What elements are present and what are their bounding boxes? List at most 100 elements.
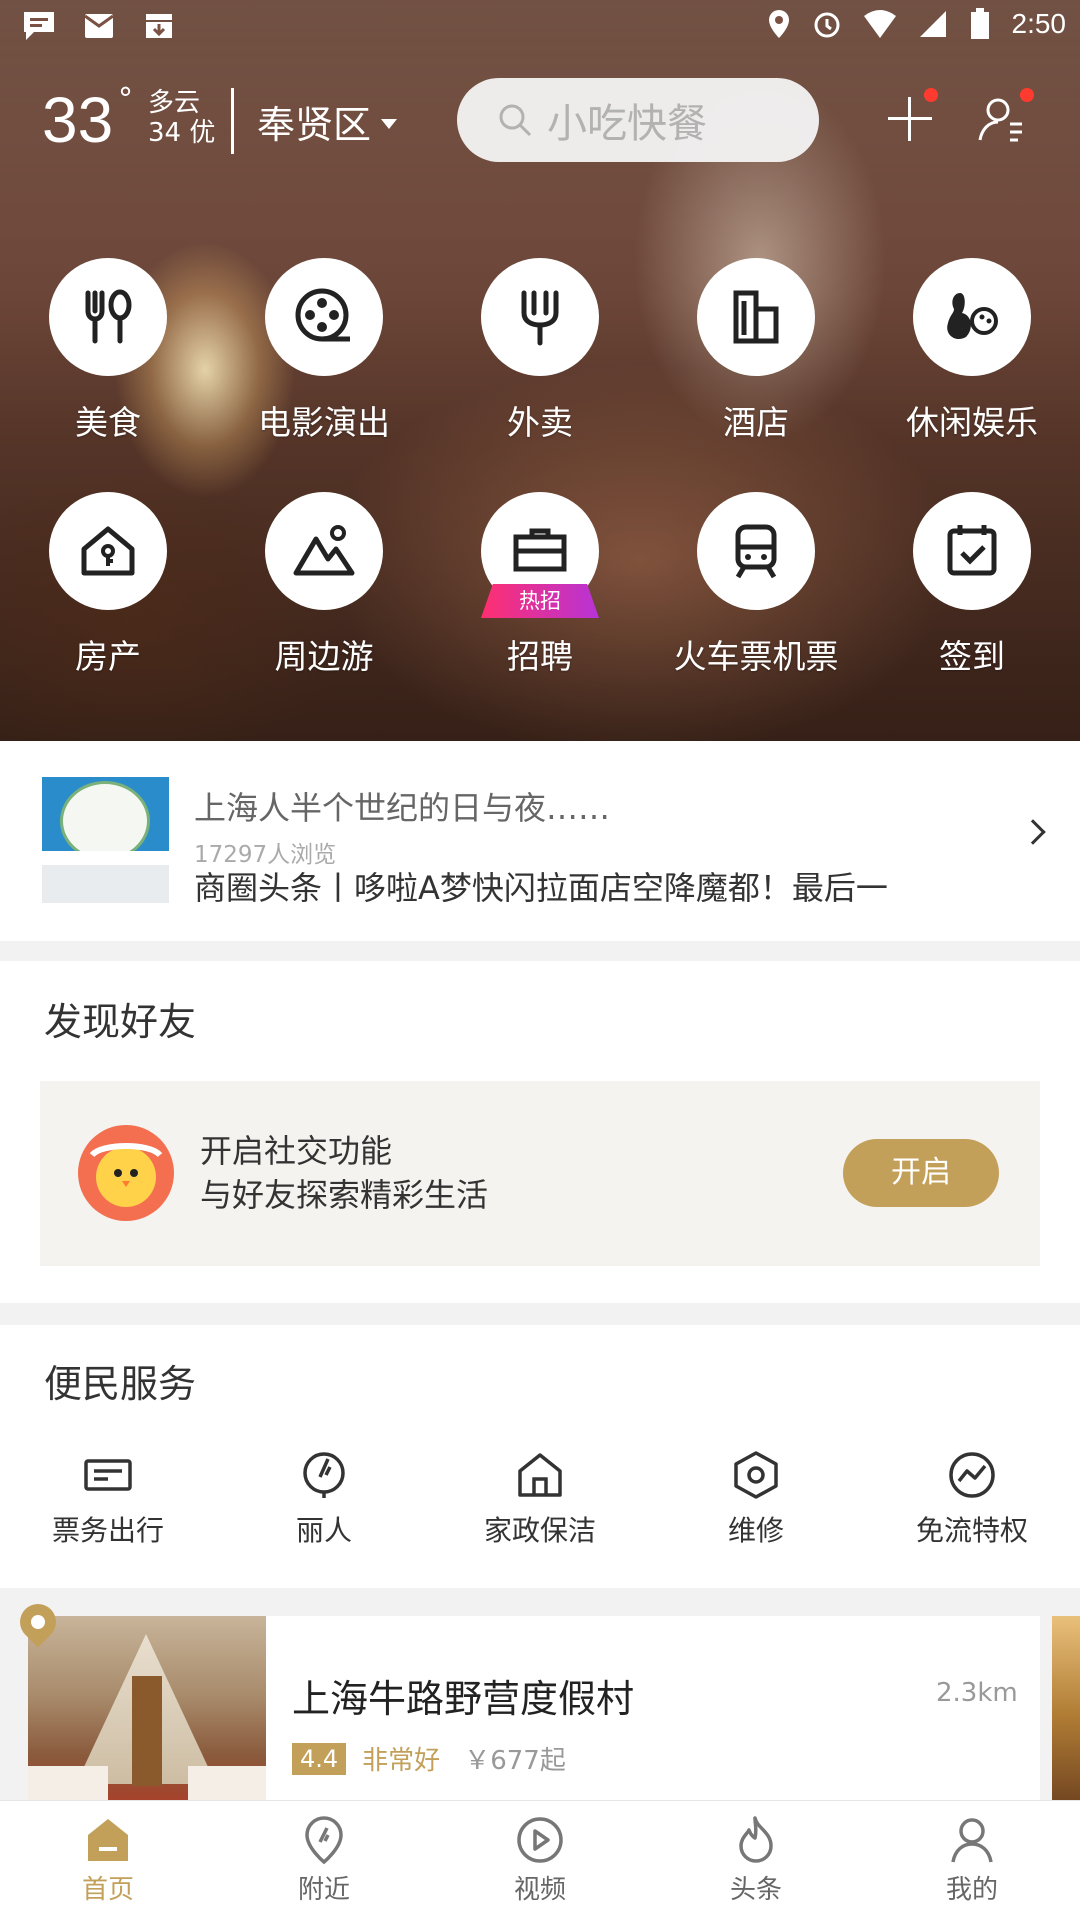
service-data-free[interactable]: 免流特权 <box>872 1451 1072 1549</box>
category-label: 房产 <box>75 637 141 676</box>
fork-icon <box>481 258 599 376</box>
hotel-price: ￥677起 <box>464 1746 566 1776</box>
nav-video[interactable]: 视频 <box>470 1815 610 1906</box>
category-label: 电影演出 <box>258 403 390 442</box>
search-input[interactable]: 小吃快餐 <box>457 78 819 162</box>
air-quality: 34 优 <box>148 118 216 148</box>
status-bar: 2:50 <box>0 0 1080 56</box>
service-label: 家政保洁 <box>483 1514 596 1547</box>
top-bar: 33 ° 多云 34 优 奉贤区 小吃快餐 <box>0 60 1080 180</box>
category-label: 外卖 <box>507 403 573 442</box>
house-key-icon <box>49 492 167 610</box>
nav-label: 视频 <box>513 1875 566 1905</box>
category-label: 招聘 <box>507 637 573 676</box>
add-button[interactable] <box>882 88 938 146</box>
temperature[interactable]: 33 <box>42 88 113 152</box>
hotel-name: 上海牛路野营度假村 <box>292 1677 635 1721</box>
category-nearby-travel[interactable]: 周边游 <box>224 492 424 678</box>
weather-condition: 多云 <box>148 88 201 118</box>
notification-dot <box>1020 88 1034 102</box>
category-train-flight[interactable]: 火车票机票 <box>656 492 856 678</box>
status-time: 2:50 <box>1011 8 1067 39</box>
category-real-estate[interactable]: 房产 <box>8 492 208 678</box>
hotel-image <box>28 1616 266 1800</box>
section-gap <box>0 1303 1080 1325</box>
discover-friends-section: 发现好友 开启社交功能 与好友探索精彩生活 开启 <box>0 961 1080 1303</box>
section-title: 发现好友 <box>44 1000 197 1044</box>
weather-info[interactable]: 多云 34 优 <box>148 88 215 148</box>
news-ticker[interactable]: 上海人半个世纪的日与夜…… 17297人浏览 商圈头条丨哆啦A梦快闪拉面店空降魔… <box>0 741 1080 941</box>
nav-headlines[interactable]: 头条 <box>686 1815 826 1906</box>
home-clean-icon <box>518 1453 562 1497</box>
service-label: 丽人 <box>295 1514 352 1547</box>
category-food[interactable]: 美食 <box>8 258 208 444</box>
category-leisure[interactable]: 休闲娱乐 <box>872 258 1072 444</box>
wifi-icon <box>863 10 896 38</box>
video-icon <box>517 1817 563 1863</box>
category-label: 美食 <box>75 403 141 442</box>
data-free-icon <box>949 1452 995 1498</box>
messages-button[interactable] <box>974 88 1034 150</box>
category-label: 酒店 <box>723 403 789 442</box>
next-card-preview[interactable] <box>1052 1616 1080 1800</box>
film-reel-icon <box>265 258 383 376</box>
nav-home[interactable]: 首页 <box>38 1815 178 1906</box>
mountain-icon <box>265 492 383 610</box>
location-status-icon <box>768 10 789 38</box>
degree-symbol: ° <box>118 82 133 117</box>
social-line1: 开启社交功能 <box>200 1132 393 1170</box>
service-label: 维修 <box>727 1514 784 1547</box>
category-delivery[interactable]: 外卖 <box>440 258 640 444</box>
nav-label: 头条 <box>729 1875 782 1905</box>
hotel-rating: 非常好 <box>362 1746 441 1776</box>
category-label: 休闲娱乐 <box>906 403 1038 442</box>
food-icon <box>49 258 167 376</box>
profile-icon <box>951 1818 993 1863</box>
notification-message-icon <box>22 10 56 42</box>
caret-down-icon <box>381 118 398 129</box>
category-check-in[interactable]: 签到 <box>872 492 1072 678</box>
download-icon <box>142 10 176 42</box>
enable-social-button[interactable]: 开启 <box>843 1139 999 1207</box>
location-icon <box>305 1816 343 1865</box>
category-label: 签到 <box>939 637 1005 676</box>
news-headline: 上海人半个世纪的日与夜…… <box>194 789 611 827</box>
search-placeholder: 小吃快餐 <box>547 101 707 147</box>
social-text: 开启社交功能 与好友探索精彩生活 <box>200 1129 488 1217</box>
hot-badge: 热招 <box>481 584 599 618</box>
notification-dot <box>924 88 938 102</box>
nav-label: 附近 <box>297 1875 350 1905</box>
hero-banner: 2:50 33 ° 多云 34 优 奉贤区 小吃快餐 美食 电影演出 外卖 酒店… <box>0 0 1080 741</box>
service-tickets[interactable]: 票务出行 <box>8 1451 208 1549</box>
service-beauty[interactable]: 丽人 <box>224 1451 424 1549</box>
signal-icon <box>919 11 946 37</box>
briefcase-icon: 热招 <box>481 492 599 618</box>
hotel-icon <box>697 258 815 376</box>
home-icon <box>88 1819 128 1861</box>
hotel-distance: 2.3km <box>936 1678 1018 1708</box>
calendar-check-icon <box>913 492 1031 610</box>
service-label: 票务出行 <box>51 1514 164 1547</box>
service-repair[interactable]: 维修 <box>656 1451 856 1549</box>
mail-icon <box>82 10 116 42</box>
ticket-icon <box>84 1459 132 1491</box>
convenience-services-section: 便民服务 票务出行 丽人 家政保洁 维修 免流特权 <box>0 1325 1080 1588</box>
search-icon <box>499 104 532 137</box>
news-next-headline: 商圈头条丨哆啦A梦快闪拉面店空降魔都！最后一 <box>194 869 888 907</box>
repair-icon <box>734 1451 778 1499</box>
social-line2: 与好友探索精彩生活 <box>200 1176 489 1214</box>
category-movies[interactable]: 电影演出 <box>224 258 424 444</box>
leisure-icon <box>913 258 1031 376</box>
hotel-card[interactable]: 上海牛路野营度假村 2.3km 4.4 非常好 ￥677起 <box>28 1616 1040 1800</box>
service-housekeeping[interactable]: 家政保洁 <box>440 1451 640 1549</box>
beauty-icon <box>303 1452 345 1498</box>
category-hotel[interactable]: 酒店 <box>656 258 856 444</box>
nav-nearby[interactable]: 附近 <box>254 1815 394 1906</box>
category-jobs[interactable]: 热招 招聘 <box>440 492 640 678</box>
service-label: 免流特权 <box>915 1514 1028 1547</box>
district-selector[interactable]: 奉贤区 <box>257 94 398 149</box>
nav-label: 我的 <box>945 1875 998 1905</box>
hotel-meta: 4.4 非常好 ￥677起 <box>292 1740 566 1777</box>
nav-mine[interactable]: 我的 <box>902 1815 1042 1906</box>
nav-label: 首页 <box>81 1875 134 1905</box>
